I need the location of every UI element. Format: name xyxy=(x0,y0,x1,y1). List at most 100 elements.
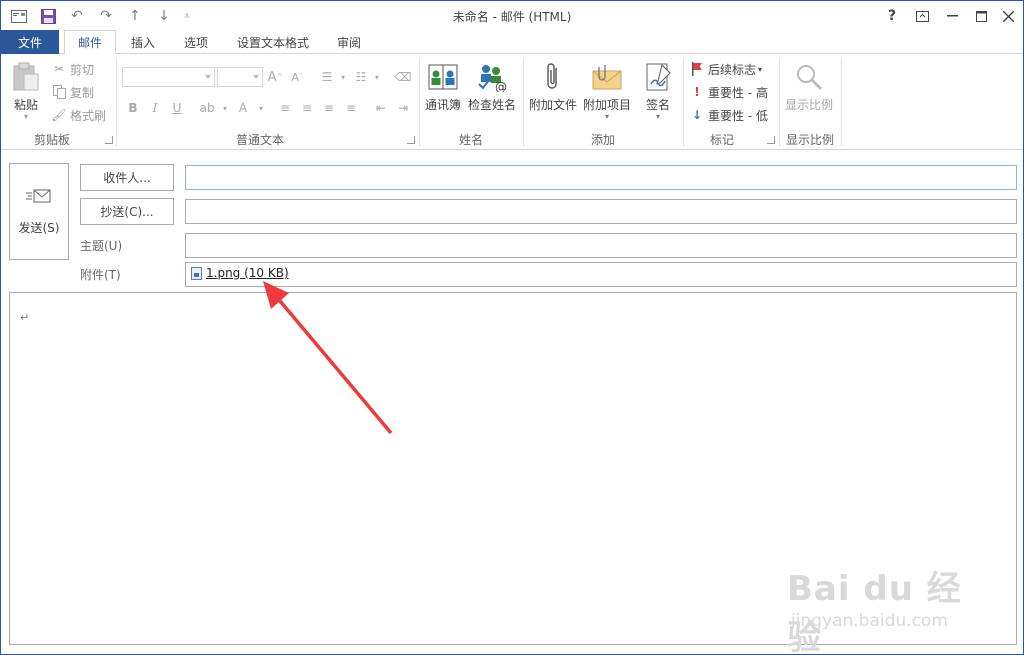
scissors-icon: ✂ xyxy=(53,62,65,76)
tab-mail[interactable]: 邮件 xyxy=(64,30,116,55)
justify-icon[interactable]: ≡ xyxy=(343,99,359,117)
follow-up-button[interactable]: 后续标志 ▾ xyxy=(689,59,762,79)
font-name-dropdown[interactable] xyxy=(122,67,215,87)
signature-icon xyxy=(641,60,675,94)
watermark-logo: Bai du 经验 xyxy=(787,569,962,655)
high-importance-button[interactable]: ! 重要性 - 高 xyxy=(689,82,768,102)
group-label-clipboard: 剪贴板 xyxy=(33,133,70,147)
annotation-arrow xyxy=(263,281,393,435)
ribbon-tab-row: 文件 邮件 插入 选项 设置文本格式 审阅 xyxy=(1,30,1023,55)
signature-dropdown-icon: ▾ xyxy=(655,112,660,121)
send-label: 发送(S) xyxy=(18,220,60,235)
address-book-icon xyxy=(426,60,460,94)
underline-button[interactable]: U xyxy=(169,99,185,117)
highlight-icon[interactable]: ab xyxy=(199,99,215,117)
font-size-dropdown[interactable] xyxy=(217,67,263,87)
baidu-watermark: Bai du 经验 jingyan.baidu.com xyxy=(787,561,987,654)
to-button[interactable]: 收件人... xyxy=(80,164,174,191)
follow-up-dropdown-icon: ▾ xyxy=(758,64,763,74)
increase-indent-icon[interactable]: ⇥ xyxy=(395,99,411,117)
low-importance-button[interactable]: ↓ 重要性 - 低 xyxy=(689,105,768,125)
flag-icon xyxy=(689,61,705,77)
align-center-icon[interactable]: ≡ xyxy=(299,99,315,117)
basic-text-launcher-icon[interactable] xyxy=(407,136,415,144)
address-book-button[interactable]: 通讯簿 xyxy=(425,60,461,113)
minimize-icon[interactable] xyxy=(937,5,967,27)
tab-review[interactable]: 审阅 xyxy=(327,30,371,54)
bold-button[interactable]: B xyxy=(125,99,141,117)
paste-button[interactable]: 粘贴 ▾ xyxy=(9,60,43,121)
attachment-label: 附件(T) xyxy=(80,268,121,282)
clipboard-launcher-icon[interactable] xyxy=(105,136,113,144)
cut-button[interactable]: ✂ 剪切 xyxy=(51,59,94,79)
help-button[interactable]: ? xyxy=(877,5,907,27)
watermark-url: jingyan.baidu.com xyxy=(791,611,948,631)
font-color-icon[interactable]: A xyxy=(235,99,251,117)
attachment-item[interactable]: 1.png (10 KB) xyxy=(191,266,289,280)
align-right-icon[interactable]: ≡ xyxy=(321,99,337,117)
zoom-button[interactable]: 显示比例 xyxy=(785,60,833,113)
group-label-tags: 标记 xyxy=(709,133,734,147)
outlook-compose-window: ↶ ↷ ↑ ↓ ⩡ 未命名 - 邮件 (HTML) ? 文件 邮件 插入 选项 … xyxy=(0,0,1024,655)
to-field[interactable] xyxy=(185,165,1017,190)
image-file-icon xyxy=(191,266,202,280)
paste-dropdown-icon: ▾ xyxy=(23,112,28,121)
grow-font-icon[interactable]: A ^ xyxy=(267,68,283,86)
format-painter-button[interactable]: 🖌 格式刷 xyxy=(51,105,106,125)
group-separator xyxy=(523,58,524,146)
group-separator xyxy=(419,58,420,146)
paragraph-mark: ↵ xyxy=(20,311,30,324)
send-button[interactable]: 发送(S) xyxy=(9,163,69,260)
tab-file[interactable]: 文件 xyxy=(1,30,59,54)
tab-format-text[interactable]: 设置文本格式 xyxy=(227,30,319,54)
highlight-dropdown-icon[interactable]: ▾ xyxy=(217,99,233,117)
bullets-icon[interactable]: ☰ xyxy=(319,68,335,86)
subject-label: 主题(U) xyxy=(80,239,123,253)
clear-format-icon[interactable]: ⌫ xyxy=(395,68,412,86)
group-label-basic-text: 普通文本 xyxy=(235,133,284,147)
cc-field[interactable] xyxy=(185,199,1017,224)
attach-item-button[interactable]: 附加项目 ▾ xyxy=(583,60,631,121)
bullets-dropdown-icon[interactable]: ▾ xyxy=(335,68,351,86)
window-title: 未命名 - 邮件 (HTML) xyxy=(452,10,572,24)
subject-field[interactable] xyxy=(185,233,1017,258)
group-separator xyxy=(779,58,780,146)
exclamation-icon: ! xyxy=(694,85,700,99)
ribbon-display-icon[interactable] xyxy=(907,5,937,27)
close-icon[interactable] xyxy=(993,5,1023,27)
ribbon: 粘贴 ▾ ✂ 剪切 复制 🖌 格式刷 剪贴板 A ^ Aˇ ☰ ▾ ☷ ▾ ⌫ B xyxy=(1,54,1023,150)
group-label-zoom: 显示比例 xyxy=(785,133,834,147)
attach-file-button[interactable]: 附加文件 xyxy=(529,60,577,113)
maximize-icon[interactable] xyxy=(966,5,996,27)
svg-text:@: @ xyxy=(495,80,507,92)
align-left-icon[interactable]: ≡ xyxy=(277,99,293,117)
font-color-dropdown-icon[interactable]: ▾ xyxy=(253,99,269,117)
check-names-button[interactable]: @ 检查姓名 xyxy=(468,60,516,113)
title-bar: ↶ ↷ ↑ ↓ ⩡ 未命名 - 邮件 (HTML) ? xyxy=(1,1,1023,30)
shrink-font-icon[interactable]: Aˇ xyxy=(289,68,305,86)
group-separator xyxy=(683,58,684,146)
paperclip-icon xyxy=(536,60,570,94)
attach-item-dropdown-icon: ▾ xyxy=(605,112,610,121)
check-names-icon: @ xyxy=(475,60,509,94)
attachment-filename: 1.png (10 KB) xyxy=(206,266,289,280)
group-label-names: 姓名 xyxy=(458,133,483,147)
numbering-icon[interactable]: ☷ xyxy=(353,68,369,86)
down-arrow-icon: ↓ xyxy=(691,108,703,122)
tags-launcher-icon[interactable] xyxy=(767,136,775,144)
italic-button[interactable]: I xyxy=(147,99,163,117)
numbering-dropdown-icon[interactable]: ▾ xyxy=(369,68,385,86)
signature-button[interactable]: 签名 ▾ xyxy=(641,60,675,121)
tab-options[interactable]: 选项 xyxy=(173,30,219,54)
send-icon xyxy=(26,188,52,207)
group-label-include: 添加 xyxy=(590,133,615,147)
tab-insert[interactable]: 插入 xyxy=(121,30,165,54)
copy-button[interactable]: 复制 xyxy=(51,82,94,102)
decrease-indent-icon[interactable]: ⇤ xyxy=(373,99,389,117)
envelope-clip-icon xyxy=(590,60,624,94)
brush-icon: 🖌 xyxy=(51,108,67,122)
group-separator xyxy=(116,58,117,146)
cc-button[interactable]: 抄送(C)... xyxy=(80,198,174,225)
copy-icon xyxy=(51,84,67,100)
magnifier-icon xyxy=(792,60,826,94)
